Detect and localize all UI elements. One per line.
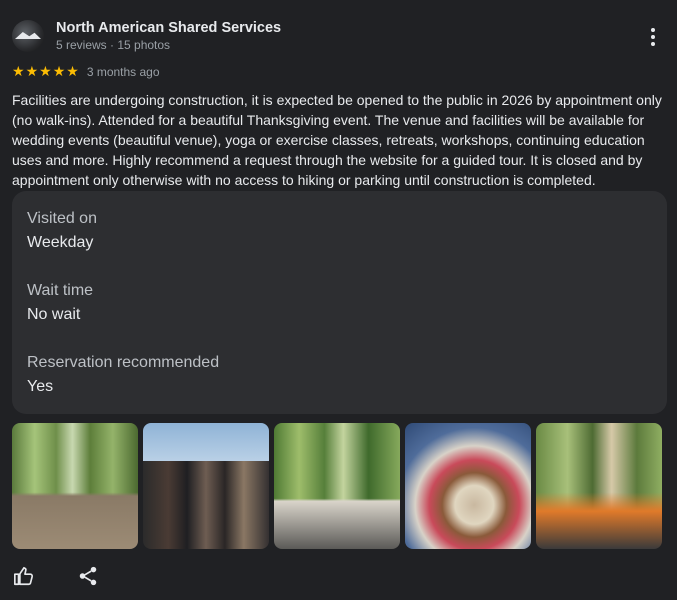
review-photos xyxy=(12,423,663,550)
logo-icon xyxy=(15,32,41,39)
more-vertical-icon[interactable] xyxy=(641,22,665,52)
photo-outdoor-dinner-table[interactable] xyxy=(274,423,400,549)
detail-label: Wait time xyxy=(27,282,94,299)
share-button[interactable] xyxy=(76,564,100,588)
review-actions xyxy=(12,564,100,588)
star-icon: ★ xyxy=(25,64,39,80)
like-button[interactable] xyxy=(12,564,36,588)
photo-outdoor-gathering[interactable] xyxy=(536,423,662,549)
review-text: Facilities are undergoing construction, … xyxy=(12,92,662,188)
detail-label: Visited on xyxy=(27,210,97,227)
star-icon: ★ xyxy=(52,64,66,80)
thumbs-up-icon xyxy=(14,566,34,586)
star-rating: ★ ★ ★ ★ ★ xyxy=(12,65,79,79)
rating-row: ★ ★ ★ ★ ★ 3 months ago xyxy=(12,64,160,80)
star-icon: ★ xyxy=(12,64,25,80)
visit-details-card: Visited on Weekday Wait time No wait Res… xyxy=(12,191,667,414)
avatar[interactable] xyxy=(12,20,44,52)
share-icon xyxy=(79,566,97,586)
detail-value: No wait xyxy=(27,306,81,323)
photo-group-hikers[interactable] xyxy=(143,423,269,549)
reviewer-meta: 5 reviews · 15 photos xyxy=(56,38,171,52)
reviewer-name[interactable]: North American Shared Services xyxy=(56,20,281,36)
star-icon: ★ xyxy=(39,64,52,80)
star-icon: ★ xyxy=(66,64,79,80)
detail-label: Reservation recommended xyxy=(27,354,220,371)
detail-visited-on: Visited on Weekday xyxy=(27,207,97,255)
detail-wait-time: Wait time No wait xyxy=(27,279,93,327)
review-header: North American Shared Services 5 reviews… xyxy=(12,18,665,58)
photo-food-plate[interactable] xyxy=(405,423,531,549)
photo-construction-site[interactable] xyxy=(12,423,138,549)
review-date: 3 months ago xyxy=(86,65,160,79)
detail-value: Yes xyxy=(27,378,54,395)
detail-reservation: Reservation recommended Yes xyxy=(27,351,219,399)
detail-value: Weekday xyxy=(27,234,94,251)
